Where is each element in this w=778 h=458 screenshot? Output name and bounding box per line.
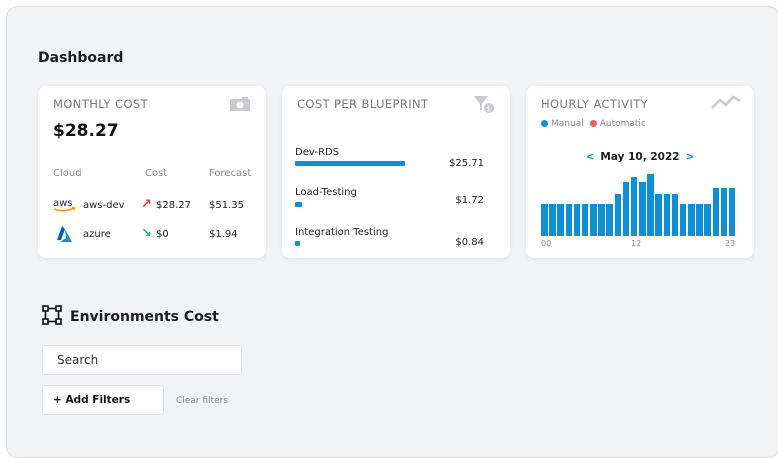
hourly-bar-chart [541, 172, 737, 236]
cloud-forecast: $51.35 [209, 200, 244, 211]
legend-item-automatic[interactable]: Automatic [589, 119, 646, 129]
hourly-bar[interactable] [712, 188, 720, 236]
hourly-bar[interactable] [655, 194, 662, 236]
monthly-cost-title: MONTHLY COST [53, 97, 149, 111]
blueprint-value: $25.71 [449, 158, 484, 169]
x-tick-label: 12 [631, 239, 642, 248]
hourly-activity-card: HOURLY ACTIVITY Manual Automatic < May 10… [526, 86, 754, 258]
x-tick-label: 23 [725, 239, 736, 248]
hourly-bar[interactable] [565, 204, 573, 236]
current-date: May 10, 2022 [600, 151, 680, 163]
blueprint-name: Integration Testing [295, 227, 389, 238]
blueprint-bar [295, 241, 300, 246]
hourly-bar[interactable] [581, 204, 589, 236]
camera-icon [230, 96, 250, 115]
hourly-bar[interactable] [639, 182, 646, 236]
legend-item-manual[interactable]: Manual [541, 119, 584, 129]
hourly-bar[interactable] [688, 204, 695, 236]
cost-per-blueprint-card: COST PER BLUEPRINT $ Dev-RDS $25.71 Load… [282, 86, 510, 258]
hourly-bar[interactable] [614, 194, 622, 236]
blueprint-value: $0.84 [455, 237, 484, 248]
hourly-bar[interactable] [590, 204, 597, 236]
hourly-bar[interactable] [663, 194, 671, 236]
column-header-cost: Cost [145, 168, 168, 179]
trend-line-icon [711, 94, 741, 114]
date-navigator: < May 10, 2022 > [526, 151, 754, 163]
blueprint-name: Load-Testing [295, 187, 357, 198]
blueprint-name: Dev-RDS [295, 147, 340, 158]
blueprint-value: $1.72 [455, 195, 484, 206]
clear-filters-link[interactable]: Clear filters [176, 396, 228, 406]
hourly-bar[interactable] [622, 182, 630, 236]
environments-title: Environments Cost [70, 309, 219, 325]
hourly-bar[interactable] [541, 204, 548, 236]
chart-legend: Manual Automatic [541, 119, 646, 129]
table-row[interactable]: azure ↘ $0 $1.94 [38, 226, 266, 246]
hourly-bar[interactable] [679, 204, 687, 236]
hourly-activity-title: HOURLY ACTIVITY [541, 97, 649, 111]
hourly-bar[interactable] [720, 188, 728, 236]
hourly-bar[interactable] [704, 204, 711, 236]
column-header-cloud: Cloud [53, 168, 82, 179]
x-tick-label: 00 [541, 239, 552, 248]
trend-up-icon: ↗ [141, 197, 152, 212]
hourly-bar[interactable] [671, 194, 679, 236]
hourly-bar[interactable] [598, 204, 605, 236]
blueprint-bar [295, 161, 405, 166]
hourly-bar[interactable] [647, 174, 654, 236]
cost-per-blueprint-title: COST PER BLUEPRINT [297, 97, 429, 111]
chevron-right-icon[interactable]: > [686, 151, 695, 163]
cloud-cost: $28.27 [156, 200, 191, 211]
filter-dollar-icon: $ [474, 96, 496, 118]
column-header-forecast: Forecast [209, 168, 252, 179]
environments-section-header: Environments Cost [42, 305, 219, 329]
legend-dot-icon [541, 120, 548, 127]
monthly-cost-card: MONTHLY COST $28.27 Cloud Cost Forecast … [38, 86, 266, 258]
page-title: Dashboard [38, 50, 124, 66]
monthly-cost-total: $28.27 [53, 121, 119, 141]
hourly-bar[interactable] [696, 204, 703, 236]
hourly-bar[interactable] [549, 204, 556, 236]
cloud-forecast: $1.94 [209, 229, 238, 240]
hourly-bar[interactable] [728, 188, 736, 236]
aws-logo-icon: aws [53, 196, 77, 217]
hourly-bar[interactable] [557, 204, 564, 236]
blueprint-bar [295, 202, 302, 207]
svg-text:aws: aws [53, 198, 73, 209]
search-input[interactable] [42, 345, 242, 375]
cloud-name: azure [83, 229, 111, 240]
nodes-icon [42, 305, 62, 329]
svg-text:$: $ [487, 105, 491, 113]
cloud-cost: $0 [156, 229, 169, 240]
table-row[interactable]: aws aws-dev ↗ $28.27 $51.35 [38, 196, 266, 216]
trend-down-icon: ↘ [141, 226, 152, 241]
hourly-bar[interactable] [606, 204, 613, 236]
add-filters-button[interactable]: + Add Filters [42, 385, 164, 415]
hourly-bar[interactable] [573, 204, 581, 236]
cloud-name: aws-dev [83, 200, 125, 211]
legend-dot-icon [589, 120, 597, 127]
hourly-bar[interactable] [630, 177, 638, 236]
azure-logo-icon [55, 226, 73, 245]
chevron-left-icon[interactable]: < [586, 151, 595, 163]
